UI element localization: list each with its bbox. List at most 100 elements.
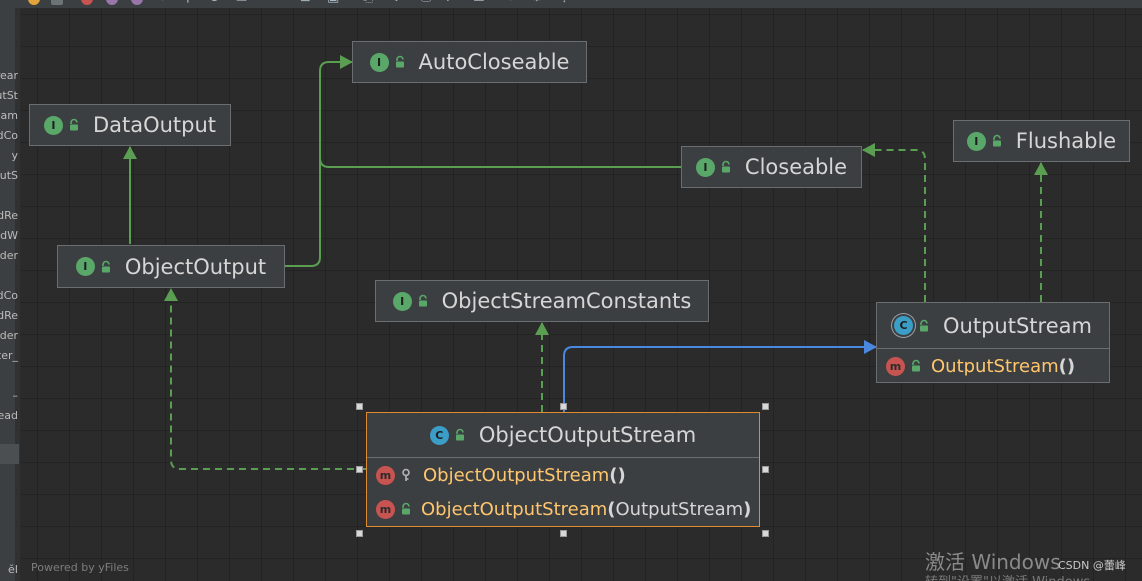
class-icon: C — [429, 425, 449, 445]
public-lock-icon — [909, 359, 923, 373]
public-lock-icon — [99, 260, 113, 274]
interface-icon: I — [966, 131, 986, 151]
text-icon[interactable]: Ⅰ — [446, 0, 450, 5]
arrow-icon[interactable]: ↓ — [391, 0, 402, 5]
public-lock-icon — [393, 55, 407, 69]
file-name-fragment[interactable]: utSt — [0, 89, 18, 102]
file-name-fragment[interactable]: utS — [0, 169, 18, 182]
method-name: OutputStream — [931, 355, 1059, 377]
method-row[interactable]: m OutputStream() — [877, 349, 1109, 383]
interface-icon: I — [369, 52, 389, 72]
hierarchy-icon[interactable] — [81, 0, 93, 5]
powered-by-label: Powered by yFiles — [31, 561, 129, 574]
file-name-fragment[interactable]: der — [0, 249, 18, 262]
node-closeable[interactable]: I Closeable — [681, 146, 862, 188]
resize-handle-sw[interactable] — [356, 530, 363, 537]
method-name: ObjectOutputStream — [421, 498, 608, 520]
file-name-fragment[interactable]: der — [0, 329, 18, 342]
method-icon: m — [376, 465, 395, 485]
file-name-fragment[interactable]: – — [13, 389, 19, 402]
field-icon[interactable] — [106, 0, 118, 5]
param-close: ) — [743, 498, 752, 520]
property-icon[interactable] — [131, 0, 143, 5]
resize-handle-ne[interactable] — [762, 403, 769, 410]
node-title: Flushable — [1015, 129, 1117, 153]
method-row[interactable]: m ObjectOutputStream(OutputStream) — [367, 492, 759, 526]
node-title: OutputStream — [943, 313, 1092, 338]
expand-icon[interactable]: ⇲ — [236, 0, 247, 5]
copy-icon[interactable]: ⎘ — [363, 0, 373, 5]
bookmark-icon[interactable] — [51, 0, 63, 5]
node-title: Closeable — [744, 155, 848, 179]
node-dataoutput[interactable]: I DataOutput — [29, 104, 231, 146]
csdn-credit: CSDN @蕾峰 — [1058, 559, 1126, 572]
node-objectstreamconstants[interactable]: I ObjectStreamConstants — [375, 280, 709, 322]
public-lock-icon — [399, 502, 413, 516]
method-icon: m — [376, 499, 395, 519]
public-lock-icon — [917, 319, 931, 333]
export-icon[interactable]: ▣ — [327, 0, 339, 5]
param-type: OutputStream — [615, 498, 744, 520]
reload-icon[interactable]: ↻ — [505, 0, 516, 5]
fit-icon[interactable]: ⊞ — [300, 0, 311, 5]
diagram-toolbar: ↻ ⚲ ⊕ ⇲ ⌐ ⊞ ▣ ⎘ ↓ ⎙ Ⅰ ☐ ↻ ⚙ ⋮ — [0, 0, 1142, 8]
selected-row-highlight — [0, 444, 19, 464]
more-icon[interactable]: ⋮ — [558, 0, 571, 5]
node-title: ObjectStreamConstants — [441, 289, 692, 313]
filter-icon[interactable]: ⚲ — [183, 0, 193, 5]
resize-handle-s[interactable] — [560, 530, 567, 537]
refresh-icon[interactable]: ↻ — [157, 0, 168, 5]
resize-handle-nw[interactable] — [356, 403, 363, 410]
resize-handle-se[interactable] — [762, 530, 769, 537]
method-name: ObjectOutputStream — [423, 464, 610, 486]
interface-icon: I — [75, 257, 95, 276]
param-close: ) — [617, 464, 626, 486]
interface-icon: I — [43, 115, 63, 135]
project-panel-edge: rear utSt am dCo y utS dRe dW der dCo dR… — [0, 8, 20, 581]
public-lock-icon — [67, 118, 81, 132]
comment-icon[interactable]: ☐ — [473, 0, 485, 5]
method-icon: m — [886, 356, 905, 376]
public-lock-icon — [719, 160, 733, 174]
public-lock-icon — [990, 134, 1004, 148]
resize-handle-e[interactable] — [762, 466, 769, 473]
file-name-fragment[interactable]: ter_ — [0, 349, 18, 362]
node-outputstream[interactable]: C OutputStream m OutputStream() — [876, 302, 1110, 383]
file-name-fragment[interactable]: ĕI — [8, 563, 18, 576]
layout-icon[interactable]: ⌐ — [271, 0, 282, 5]
node-title: ObjectOutputStream — [478, 423, 697, 447]
interface-icon: I — [695, 157, 715, 177]
file-name-fragment[interactable]: am — [1, 109, 18, 122]
zoom-icon[interactable]: ⊕ — [209, 0, 220, 5]
print-icon[interactable]: ⎙ — [421, 0, 431, 5]
file-name-fragment[interactable]: dCo — [0, 129, 18, 142]
node-title: AutoCloseable — [418, 50, 570, 74]
param-close: ) — [1066, 355, 1076, 377]
method-row[interactable]: m ObjectOutputStream() — [367, 458, 759, 492]
node-objectoutput[interactable]: I ObjectOutput — [57, 245, 285, 288]
file-name-fragment[interactable]: rear — [0, 69, 18, 82]
node-autocloseable[interactable]: I AutoCloseable — [352, 41, 587, 83]
settings-icon[interactable]: ⚙ — [531, 0, 543, 5]
info-icon[interactable] — [28, 0, 40, 5]
public-lock-icon — [453, 428, 467, 442]
resize-handle-w[interactable] — [356, 466, 363, 473]
file-name-fragment[interactable]: dCo — [0, 289, 18, 302]
node-objectoutputstream[interactable]: C ObjectOutputStream m ObjectOutputStrea… — [366, 412, 760, 527]
file-name-fragment[interactable]: dRe — [0, 209, 18, 222]
file-name-fragment[interactable]: dRe — [0, 309, 18, 322]
resize-handle-n[interactable] — [560, 403, 567, 410]
abstract-class-icon: C — [894, 316, 914, 335]
param-open: ( — [1058, 355, 1067, 377]
file-name-fragment[interactable]: y — [11, 149, 18, 162]
node-flushable[interactable]: I Flushable — [953, 120, 1130, 162]
interface-icon: I — [392, 291, 412, 311]
public-lock-icon — [416, 294, 430, 308]
node-title: DataOutput — [92, 113, 217, 137]
protected-key-icon — [399, 468, 413, 482]
param-open: ( — [609, 464, 618, 486]
param-open: ( — [607, 498, 616, 520]
file-name-fragment[interactable]: ead — [0, 409, 18, 422]
node-title: ObjectOutput — [124, 254, 267, 279]
file-name-fragment[interactable]: dW — [0, 229, 18, 242]
